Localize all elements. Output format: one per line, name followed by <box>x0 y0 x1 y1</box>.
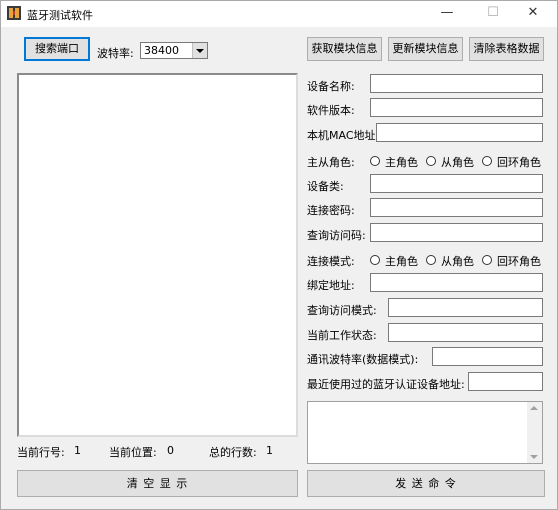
work-state-label: 当前工作状态: <box>307 329 377 342</box>
inquiry-code-label: 查询访问码: <box>307 229 366 242</box>
close-icon: ✕ <box>527 5 539 20</box>
clear-display-button[interactable]: 清 空 显 示 <box>17 470 298 497</box>
close-button[interactable]: ✕ <box>511 1 555 27</box>
role-master-label: 主角色 <box>385 156 418 169</box>
get-module-info-button[interactable]: 获取模块信息 <box>307 37 382 61</box>
device-class-field[interactable] <box>370 174 543 193</box>
device-name-label: 设备名称: <box>307 80 355 93</box>
inquiry-code-field[interactable] <box>370 223 543 242</box>
clear-table-button[interactable]: 清除表格数据 <box>469 37 544 61</box>
current-position-value: 0 <box>167 444 174 457</box>
title-bar: 蓝牙测试软件 — ☐ ✕ <box>1 1 557 27</box>
comm-baud-label: 通讯波特率(数据模式): <box>307 353 419 366</box>
scroll-down-icon[interactable] <box>530 455 538 459</box>
current-line-label: 当前行号: <box>17 446 65 459</box>
chevron-down-icon[interactable] <box>192 43 207 58</box>
connect-slave-radio[interactable] <box>426 255 436 265</box>
current-position-label: 当前位置: <box>109 446 157 459</box>
inquiry-mode-label: 查询访问模式: <box>307 304 377 317</box>
command-scrollbar[interactable] <box>527 402 542 463</box>
recent-address-field[interactable] <box>468 372 543 391</box>
local-mac-field[interactable] <box>376 123 543 142</box>
role-label: 主从角色: <box>307 156 355 169</box>
update-module-info-button[interactable]: 更新模块信息 <box>388 37 463 61</box>
connect-slave-label: 从角色 <box>441 255 474 268</box>
software-version-field[interactable] <box>370 98 543 117</box>
work-state-field[interactable] <box>388 323 543 342</box>
main-window: 蓝牙测试软件 — ☐ ✕ 搜索端口 波特率: 38400 获取模块信息 更新模块… <box>0 0 558 510</box>
local-mac-label: 本机MAC地址: <box>307 129 380 142</box>
pin-code-field[interactable] <box>370 198 543 217</box>
role-master-radio[interactable] <box>370 156 380 166</box>
current-line-value: 1 <box>74 444 81 457</box>
device-class-label: 设备类: <box>307 180 344 193</box>
baud-value: 38400 <box>144 44 179 57</box>
connect-mode-label: 连接模式: <box>307 255 355 268</box>
maximize-icon: ☐ <box>487 5 499 20</box>
role-loopback-label: 回环角色 <box>497 156 541 169</box>
software-version-label: 软件版本: <box>307 104 355 117</box>
baud-label: 波特率: <box>97 47 134 60</box>
maximize-button[interactable]: ☐ <box>471 1 515 27</box>
role-loopback-radio[interactable] <box>482 156 492 166</box>
minimize-icon: — <box>440 5 454 20</box>
role-slave-label: 从角色 <box>441 156 474 169</box>
role-slave-radio[interactable] <box>426 156 436 166</box>
inquiry-mode-field[interactable] <box>388 298 543 317</box>
window-title: 蓝牙测试软件 <box>27 9 93 22</box>
connect-master-label: 主角色 <box>385 255 418 268</box>
search-port-button[interactable]: 搜索端口 <box>24 37 90 61</box>
scroll-up-icon[interactable] <box>530 406 538 410</box>
minimize-button[interactable]: — <box>425 1 469 27</box>
recent-address-label: 最近使用过的蓝牙认证设备地址: <box>307 378 465 391</box>
device-name-field[interactable] <box>370 74 543 93</box>
baud-select[interactable]: 38400 <box>140 42 208 59</box>
app-icon <box>7 6 21 20</box>
bind-address-label: 绑定地址: <box>307 279 355 292</box>
comm-baud-field[interactable] <box>432 347 543 366</box>
bind-address-field[interactable] <box>370 273 543 292</box>
total-lines-label: 总的行数: <box>209 446 257 459</box>
connect-loopback-label: 回环角色 <box>497 255 541 268</box>
total-lines-value: 1 <box>266 444 273 457</box>
send-command-button[interactable]: 发 送 命 令 <box>307 470 545 497</box>
display-textbox[interactable] <box>17 73 298 437</box>
command-textarea[interactable] <box>307 401 543 464</box>
pin-code-label: 连接密码: <box>307 204 355 217</box>
connect-master-radio[interactable] <box>370 255 380 265</box>
connect-loopback-radio[interactable] <box>482 255 492 265</box>
